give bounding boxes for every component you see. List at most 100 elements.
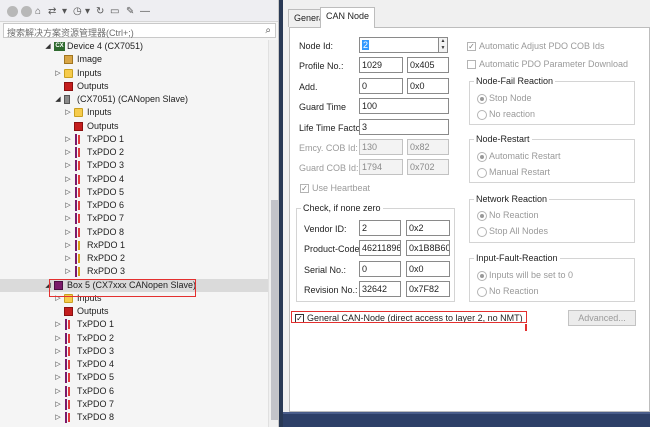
tree-item-label: Outputs [87,120,119,131]
collapsed-arrow-icon[interactable]: ▷ [64,133,72,146]
collapsed-arrow-icon[interactable]: ▷ [64,252,72,265]
add-hex-input[interactable]: 0x0 [407,78,449,94]
home-icon[interactable]: ⌂ [35,4,41,18]
minus-icon[interactable]: — [140,4,150,18]
product-code-dec-input[interactable]: 46211896( [359,240,401,256]
collapsed-arrow-icon[interactable]: ▷ [54,398,62,411]
serial-no-dec-input[interactable]: 0 [359,261,401,277]
tree-item[interactable]: ▷ TxPDO 1 [0,133,268,146]
forward-icon[interactable] [21,4,32,18]
txpdo-icon [74,226,83,238]
collapsed-arrow-icon[interactable]: ▷ [64,212,72,225]
product-code-hex-input[interactable]: 0x1B8B603 [406,240,450,256]
tree-item[interactable]: ◢ (CX7051) (CANopen Slave) [0,93,268,106]
collapsed-arrow-icon[interactable]: ▷ [54,411,62,424]
collapsed-arrow-icon[interactable]: ▷ [54,371,62,384]
tree-item[interactable]: ▷ TxPDO 5 [0,371,268,384]
tree-item[interactable]: ▷ TxPDO 2 [0,146,268,159]
serial-no-label: Serial No.: [304,265,347,275]
network-reaction-title: Network Reaction [474,194,550,204]
tree-item[interactable]: ▷ TxPDO 3 [0,345,268,358]
collapsed-arrow-icon[interactable]: ▷ [54,345,62,358]
collapsed-arrow-icon[interactable]: ▷ [64,226,72,239]
tree-item[interactable]: Outputs [0,80,268,93]
revision-no-hex-input[interactable]: 0x7F82 [406,281,450,297]
collapsed-arrow-icon[interactable]: ▷ [64,186,72,199]
tree-item[interactable]: ▷ TxPDO 3 [0,159,268,172]
expanded-arrow-icon[interactable]: ◢ [54,93,62,106]
collapsed-arrow-icon[interactable]: ▷ [54,385,62,398]
device-icon [64,95,70,104]
guard-time-input[interactable]: 100 [359,98,449,114]
properties-icon[interactable]: ✎ [126,4,134,18]
tree-item[interactable]: Outputs [0,305,268,318]
tree-item[interactable]: ▷ Inputs [0,106,268,119]
scrollbar-thumb[interactable] [271,200,278,420]
tree-item[interactable]: ◢ CX Device 4 (CX7051) [0,40,268,53]
back-icon[interactable] [7,4,18,18]
expanded-arrow-icon[interactable]: ◢ [44,40,52,53]
add-dec-input[interactable]: 0 [359,78,403,94]
serial-no-hex-input[interactable]: 0x0 [406,261,450,277]
input-fault-no-reaction-radio: No Reaction [477,286,539,297]
node-fail-title: Node-Fail Reaction [474,76,556,86]
tree-item[interactable]: ▷ Inputs [0,67,268,80]
tree-item[interactable]: Image [0,53,268,66]
tree-item[interactable]: ▷ TxPDO 7 [0,212,268,225]
tree-item[interactable]: ▷ TxPDO 8 [0,226,268,239]
txpdo-icon [64,359,73,370]
search-input[interactable]: 搜索解决方案资源管理器(Ctrl+;) ⌕ [3,23,276,38]
collapsed-arrow-icon[interactable]: ▷ [54,358,62,371]
profile-hex-input[interactable]: 0x405 [407,57,449,73]
dropdown-icon[interactable]: ▾ [62,4,67,18]
collapsed-arrow-icon[interactable]: ▷ [64,106,72,119]
tree-item[interactable]: ▷ TxPDO 6 [0,199,268,212]
collapsed-arrow-icon[interactable]: ▷ [64,265,72,278]
tree-item[interactable]: ▷ RxPDO 2 [0,252,268,265]
tree-item[interactable]: ▷ TxPDO 1 [0,318,268,331]
tree-item[interactable]: ▷ TxPDO 8 [0,411,268,424]
tree-item[interactable]: ▷ RxPDO 1 [0,239,268,252]
tree-item[interactable]: ▷ TxPDO 6 [0,385,268,398]
output-panel-edge [283,412,650,427]
tree-scrollbar[interactable] [268,40,278,427]
tree-item[interactable]: ▷ TxPDO 4 [0,358,268,371]
tree-item-label: TxPDO 7 [77,398,115,409]
collapsed-arrow-icon[interactable]: ▷ [64,146,72,159]
advanced-button: Advanced... [568,310,636,326]
history-icon[interactable]: ◷ [73,4,82,18]
collapse-icon[interactable]: ▭ [110,4,119,18]
collapsed-arrow-icon[interactable]: ▷ [64,159,72,172]
tab-can-node[interactable]: CAN Node [320,7,376,28]
collapsed-arrow-icon[interactable]: ▷ [64,173,72,186]
collapsed-arrow-icon[interactable]: ▷ [54,67,62,80]
sync-icon[interactable]: ⇄ [48,4,56,18]
life-time-factor-input[interactable]: 3 [359,119,449,135]
profile-dec-input[interactable]: 1029 [359,57,403,73]
search-icon[interactable]: ⌕ [265,25,271,36]
tab-bar: General CAN Node [283,0,650,28]
vendor-id-hex-input[interactable]: 0x2 [406,220,450,236]
node-restart-title: Node-Restart [474,134,532,144]
txpdo-icon [64,385,73,397]
node-id-input[interactable]: 2 [359,37,439,53]
collapsed-arrow-icon[interactable]: ▷ [64,239,72,252]
emcy-cob-dec-input: 130 [359,139,403,155]
collapsed-arrow-icon[interactable]: ▷ [54,332,62,345]
tree-item[interactable]: ▷ TxPDO 5 [0,186,268,199]
tree-item[interactable]: ▷ TxPDO 7 [0,398,268,411]
node-id-spinner[interactable]: ▲ ▼ [438,37,448,53]
dropdown-icon[interactable]: ▾ [85,4,90,18]
tree-item-label: TxPDO 4 [87,173,125,184]
vendor-id-dec-input[interactable]: 2 [359,220,401,236]
tree-item[interactable]: ▷ TxPDO 4 [0,173,268,186]
refresh-icon[interactable]: ↻ [96,4,104,18]
tree-item[interactable]: Outputs [0,120,268,133]
collapsed-arrow-icon[interactable]: ▷ [64,199,72,212]
collapsed-arrow-icon[interactable]: ▷ [54,318,62,331]
revision-no-dec-input[interactable]: 32642 [359,281,401,297]
tree-item-label: Inputs [87,107,112,118]
selection-highlight [49,279,196,297]
tree-item[interactable]: ▷ TxPDO 2 [0,332,268,345]
tree-item[interactable]: ▷ RxPDO 3 [0,265,268,278]
